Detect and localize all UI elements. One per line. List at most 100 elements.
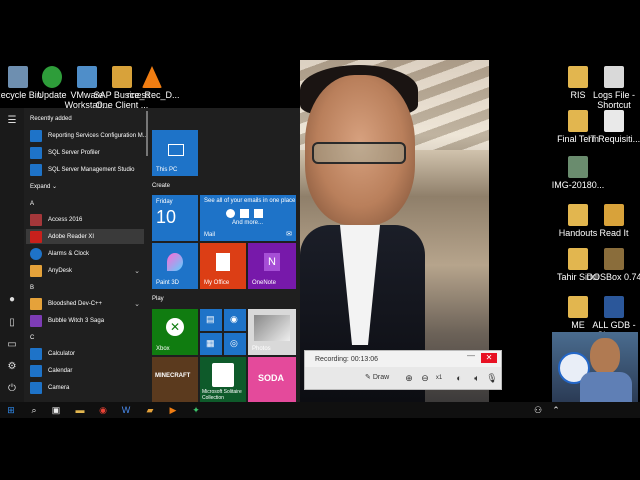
letter-c-header[interactable]: C bbox=[30, 335, 34, 341]
sql-profiler-icon bbox=[30, 146, 42, 159]
chrome-icon[interactable]: ◉ bbox=[97, 404, 109, 416]
create-group-header: Create bbox=[152, 183, 171, 189]
zoom-out-icon[interactable]: ⊖ bbox=[419, 372, 431, 384]
app-anydesk[interactable]: AnyDesk ⌄ bbox=[26, 263, 144, 278]
zoom-in-icon[interactable]: ⊕ bbox=[403, 372, 415, 384]
tile-onenote[interactable]: N OneNote bbox=[248, 243, 296, 289]
tray-chevron-up-icon[interactable]: ⌃ bbox=[550, 404, 562, 416]
tile-xbox[interactable]: ✕ Xbox bbox=[152, 309, 198, 355]
app-bubble-witch[interactable]: Bubble Witch 3 Saga bbox=[26, 313, 144, 328]
tile-webcam[interactable]: ◎ bbox=[224, 333, 246, 355]
desktop-icon-read-it[interactable]: Read It bbox=[584, 204, 640, 238]
tile-solitaire[interactable]: Microsoft Solitaire Collection bbox=[200, 357, 246, 402]
user-avatar-icon[interactable]: ● bbox=[6, 295, 18, 305]
app-sql-management-studio[interactable]: SQL Server Management Studio bbox=[26, 162, 144, 177]
app-sql-profiler[interactable]: SQL Server Profiler bbox=[26, 145, 144, 160]
tile-candy-crush-soda[interactable]: SODA bbox=[248, 357, 296, 402]
outlook-icon bbox=[240, 209, 249, 218]
sap-taskbar-icon[interactable]: ✦ bbox=[190, 404, 202, 416]
speaker-icon[interactable]: 🔈︎ bbox=[471, 372, 483, 384]
app-access-2016[interactable]: Access 2016 bbox=[26, 212, 144, 227]
start-rail: ☰ ● ▯ ▭ ⚙ ⏻ bbox=[0, 108, 24, 402]
app-calculator[interactable]: Calculator bbox=[26, 346, 144, 361]
settings-gear-icon[interactable]: ⚙ bbox=[6, 362, 18, 372]
people-icon[interactable]: ⚇ bbox=[532, 404, 544, 416]
dosbox-icon bbox=[604, 248, 624, 270]
google-icon bbox=[226, 209, 235, 218]
power-icon[interactable]: ⏻ bbox=[6, 384, 18, 394]
letter-b-header[interactable]: B bbox=[30, 285, 34, 291]
camera-icon bbox=[30, 381, 42, 394]
desktop-icon-img[interactable]: IMG-20180... bbox=[548, 156, 608, 190]
desktop-icon-it-requisition[interactable]: IT Requisiti... bbox=[584, 110, 640, 144]
app-alarms-clock[interactable]: Alarms & Clock bbox=[26, 246, 144, 261]
webcam-toggle-icon[interactable]: ◐ bbox=[453, 372, 465, 384]
document-icon bbox=[604, 110, 624, 132]
person-glasses bbox=[312, 142, 406, 164]
chevron-down-icon: ⌄ bbox=[134, 267, 140, 275]
tile-photos[interactable]: Photos bbox=[248, 309, 296, 355]
desktop-icon-logs-file[interactable]: Logs File - Shortcut bbox=[584, 66, 640, 110]
calendar-icon bbox=[30, 364, 42, 377]
word-icon[interactable]: W bbox=[120, 404, 132, 416]
playing-cards-icon bbox=[212, 363, 234, 387]
screen-recorder-widget: Recording: 00:13:06 — ✕ ✎ Draw ⊕ ⊖ x1 ◐ … bbox=[304, 350, 502, 390]
search-icon[interactable]: ⌕ bbox=[28, 404, 40, 416]
taskbar: ⊞ ⌕ ▣ ▬ ◉ W ▰ ▶ ✦ ⚇ ⌃ bbox=[0, 402, 640, 418]
tile-paint-3d[interactable]: Paint 3D bbox=[152, 243, 198, 289]
calculator-icon bbox=[30, 347, 42, 360]
tile-this-pc[interactable]: This PC bbox=[152, 130, 198, 176]
app-list: Recently added Reporting Services Config… bbox=[24, 108, 148, 402]
music-disc-icon: ◉ bbox=[230, 314, 238, 324]
app-dev-cpp[interactable]: Bloodshed Dev-C++ ⌄ bbox=[26, 296, 144, 311]
tile-my-office[interactable]: My Office bbox=[200, 243, 246, 289]
webcam-icon: ◎ bbox=[230, 338, 238, 348]
app-adobe-reader[interactable]: Adobe Reader XI bbox=[26, 229, 144, 244]
windows-start-icon[interactable]: ⊞ bbox=[5, 404, 17, 416]
task-view-icon[interactable]: ▣ bbox=[50, 404, 62, 416]
app-reporting-services[interactable]: Reporting Services Configuration M... bbox=[26, 128, 148, 143]
close-button[interactable]: ✕ bbox=[481, 353, 497, 363]
shortcut-icon bbox=[604, 66, 624, 88]
desktop-icon-dosbox[interactable]: DOSBox 0.74 bbox=[584, 248, 640, 282]
minimize-button[interactable]: — bbox=[467, 352, 475, 360]
calculator-icon: ▦ bbox=[206, 338, 215, 348]
tile-minecraft[interactable]: MINECRAFT bbox=[152, 357, 198, 402]
desktop-icon-recording[interactable]: rce_Rec_D... bbox=[127, 66, 180, 100]
draw-button[interactable]: ✎ Draw bbox=[365, 373, 389, 381]
documents-icon[interactable]: ▯ bbox=[6, 318, 18, 328]
onenote-icon: N bbox=[264, 253, 280, 271]
sql-management-studio-icon bbox=[30, 163, 42, 176]
image-icon bbox=[568, 156, 588, 178]
microphone-icon[interactable]: 🎙︎ bbox=[486, 372, 498, 384]
recording-status: Recording: 00:13:06 bbox=[315, 356, 379, 363]
tile-calculator[interactable]: ▦ bbox=[200, 333, 222, 355]
dev-cpp-icon bbox=[30, 297, 42, 310]
pictures-icon[interactable]: ▭ bbox=[6, 340, 18, 350]
recorder-app-icon[interactable]: ▶ bbox=[167, 404, 179, 416]
tile-calendar[interactable]: Friday 10 bbox=[152, 195, 198, 241]
tile-mail[interactable]: See all of your emails in one place And … bbox=[200, 195, 296, 241]
bubble-witch-icon bbox=[30, 314, 42, 327]
folder-icon bbox=[604, 204, 624, 226]
file-explorer-icon[interactable]: ▬ bbox=[74, 404, 86, 416]
tile-groove[interactable]: ◉ bbox=[224, 309, 246, 331]
film-icon: ▤ bbox=[206, 314, 215, 324]
app-camera[interactable]: Camera bbox=[26, 380, 144, 395]
tile-movies[interactable]: ▤ bbox=[200, 309, 222, 331]
webcam-overlay bbox=[552, 332, 638, 402]
play-group-header: Play bbox=[152, 296, 164, 302]
word-doc-icon bbox=[604, 296, 624, 318]
letter-a-header[interactable]: A bbox=[30, 201, 34, 207]
mail-envelope-icon bbox=[254, 209, 263, 218]
vlc-cone-icon bbox=[142, 66, 162, 88]
media-player-icon[interactable]: ▰ bbox=[144, 404, 156, 416]
reporting-services-icon bbox=[30, 129, 42, 142]
hamburger-menu-icon[interactable]: ☰ bbox=[6, 116, 18, 126]
pen-icon: ✎ bbox=[365, 374, 371, 381]
access-icon bbox=[30, 213, 42, 226]
expand-link[interactable]: Expand ⌄ bbox=[30, 183, 57, 190]
alarm-clock-icon bbox=[30, 247, 42, 260]
chevron-down-icon: ⌄ bbox=[134, 300, 140, 308]
app-calendar[interactable]: Calendar bbox=[26, 363, 144, 378]
